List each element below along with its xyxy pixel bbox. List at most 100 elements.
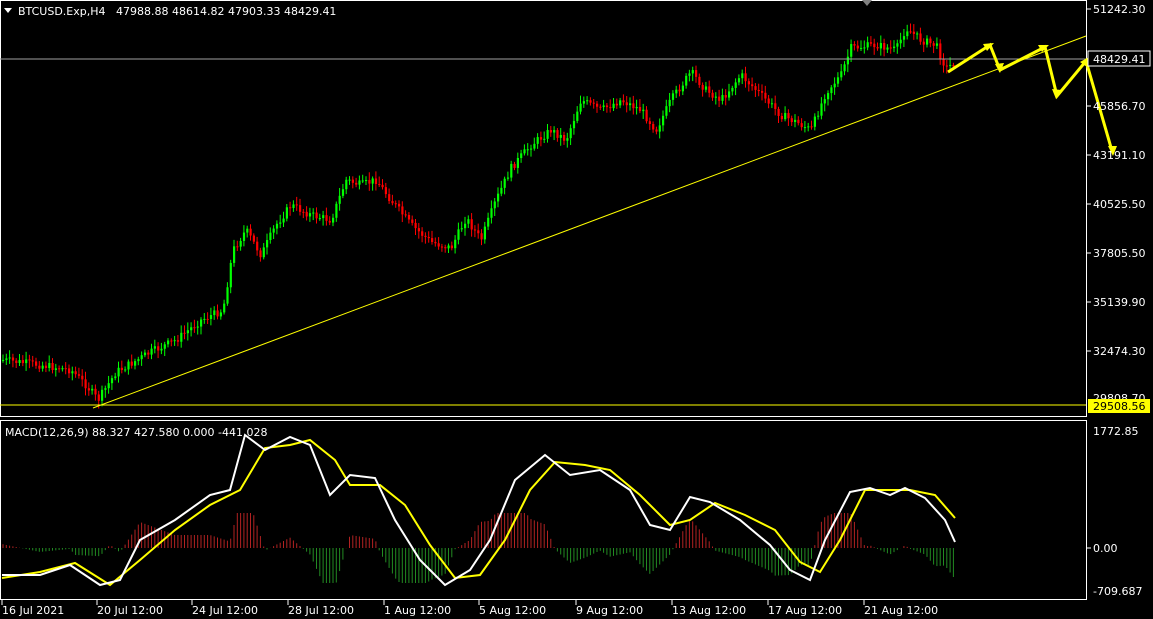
candle-body <box>308 213 312 217</box>
candle-body <box>926 38 929 45</box>
candle-body <box>497 193 500 202</box>
time-tick: 21 Aug 12:00 <box>864 604 938 617</box>
candle-body <box>170 340 173 342</box>
candle-body <box>302 211 305 213</box>
candle-body <box>853 44 856 46</box>
candle-body <box>810 126 813 128</box>
candle-body <box>480 233 483 240</box>
candle-body <box>470 219 473 230</box>
candle-body <box>312 212 315 214</box>
symbol-label: BTCUSD.Exp,H4 <box>18 5 106 18</box>
candle-body <box>883 43 886 50</box>
candle-body <box>800 123 803 128</box>
candle-body <box>813 116 816 127</box>
candle-body <box>180 332 183 342</box>
candle-body <box>635 106 638 109</box>
candle-body <box>295 204 298 206</box>
candle-body <box>952 64 955 67</box>
candle-body <box>74 371 77 375</box>
candle-body <box>355 182 358 185</box>
candle-body <box>658 125 661 132</box>
candle-body <box>444 247 447 249</box>
candle-body <box>467 219 470 224</box>
candle-body <box>259 250 262 258</box>
candle-body <box>38 365 41 369</box>
candle-body <box>942 58 945 66</box>
candle-body <box>530 148 533 150</box>
candle-body <box>341 189 345 196</box>
candle-body <box>81 375 84 380</box>
candle-body <box>704 86 708 90</box>
candle-body <box>893 46 896 49</box>
candle-body <box>282 218 285 223</box>
candle-body <box>460 228 463 230</box>
triangle-down-icon[interactable] <box>4 8 12 13</box>
candle-body <box>147 352 150 355</box>
macd-pane <box>0 420 1087 600</box>
candle-body <box>487 217 490 227</box>
candle-body <box>866 42 869 48</box>
macd-tick: 0.00 <box>1093 542 1118 555</box>
candle-body <box>949 64 952 66</box>
candle-body <box>902 36 906 40</box>
candle-body <box>190 327 193 331</box>
candle-body <box>483 226 486 240</box>
candle-body <box>612 103 615 109</box>
candle-body <box>305 211 308 217</box>
candlestick-series <box>2 23 955 409</box>
macd-lines <box>1 433 956 587</box>
candle-body <box>767 98 770 104</box>
candle-body <box>101 389 104 401</box>
candle-body <box>774 103 777 109</box>
candle-body <box>404 214 407 216</box>
candle-body <box>935 43 939 46</box>
time-tick: 20 Jul 12:00 <box>97 604 163 617</box>
price-pane <box>0 0 1087 417</box>
candle-body <box>239 240 242 247</box>
candle-body <box>592 102 595 104</box>
candle-body <box>447 245 450 249</box>
candle-body <box>348 179 351 181</box>
trendline[interactable] <box>92 35 1087 409</box>
candle-body <box>678 89 681 92</box>
candle-body <box>365 180 368 182</box>
support-price-label: 29508.56 <box>1093 400 1146 413</box>
price-tick: 43191.10 <box>1093 149 1146 162</box>
candle-body <box>671 93 675 100</box>
time-tick: 13 Aug 12:00 <box>672 604 746 617</box>
candle-body <box>249 228 252 236</box>
candle-body <box>242 232 246 241</box>
candle-body <box>351 179 354 183</box>
candle-body <box>424 235 427 237</box>
candle-body <box>642 109 645 112</box>
candle-body <box>645 109 648 122</box>
candle-body <box>84 379 87 389</box>
price-tick: 45856.70 <box>1093 100 1146 113</box>
candle-body <box>31 360 34 362</box>
trading-chart[interactable]: BTCUSD.Exp,H4 47988.88 48614.82 47903.33… <box>0 0 1153 619</box>
candle-body <box>246 228 249 233</box>
candle-body <box>655 129 658 132</box>
candle-body <box>71 371 74 374</box>
candle-body <box>780 115 783 120</box>
candle-body <box>605 105 609 108</box>
candle-body <box>48 363 51 368</box>
candle-body <box>414 222 417 229</box>
candle-body <box>332 217 335 223</box>
candle-body <box>233 246 236 263</box>
candle-body <box>266 240 269 248</box>
candle-body <box>262 247 265 258</box>
candle-body <box>747 81 750 85</box>
candle-body <box>64 368 67 370</box>
candle-body <box>490 208 493 218</box>
candle-body <box>602 105 605 108</box>
candle-body <box>345 179 348 190</box>
candle-body <box>599 106 602 108</box>
time-tick: 17 Aug 12:00 <box>768 604 842 617</box>
candle-body <box>440 246 444 248</box>
candle-body <box>434 241 437 244</box>
candle-body <box>473 229 477 231</box>
candle-body <box>464 223 467 229</box>
candle-body <box>559 134 562 138</box>
candle-body <box>856 45 859 49</box>
